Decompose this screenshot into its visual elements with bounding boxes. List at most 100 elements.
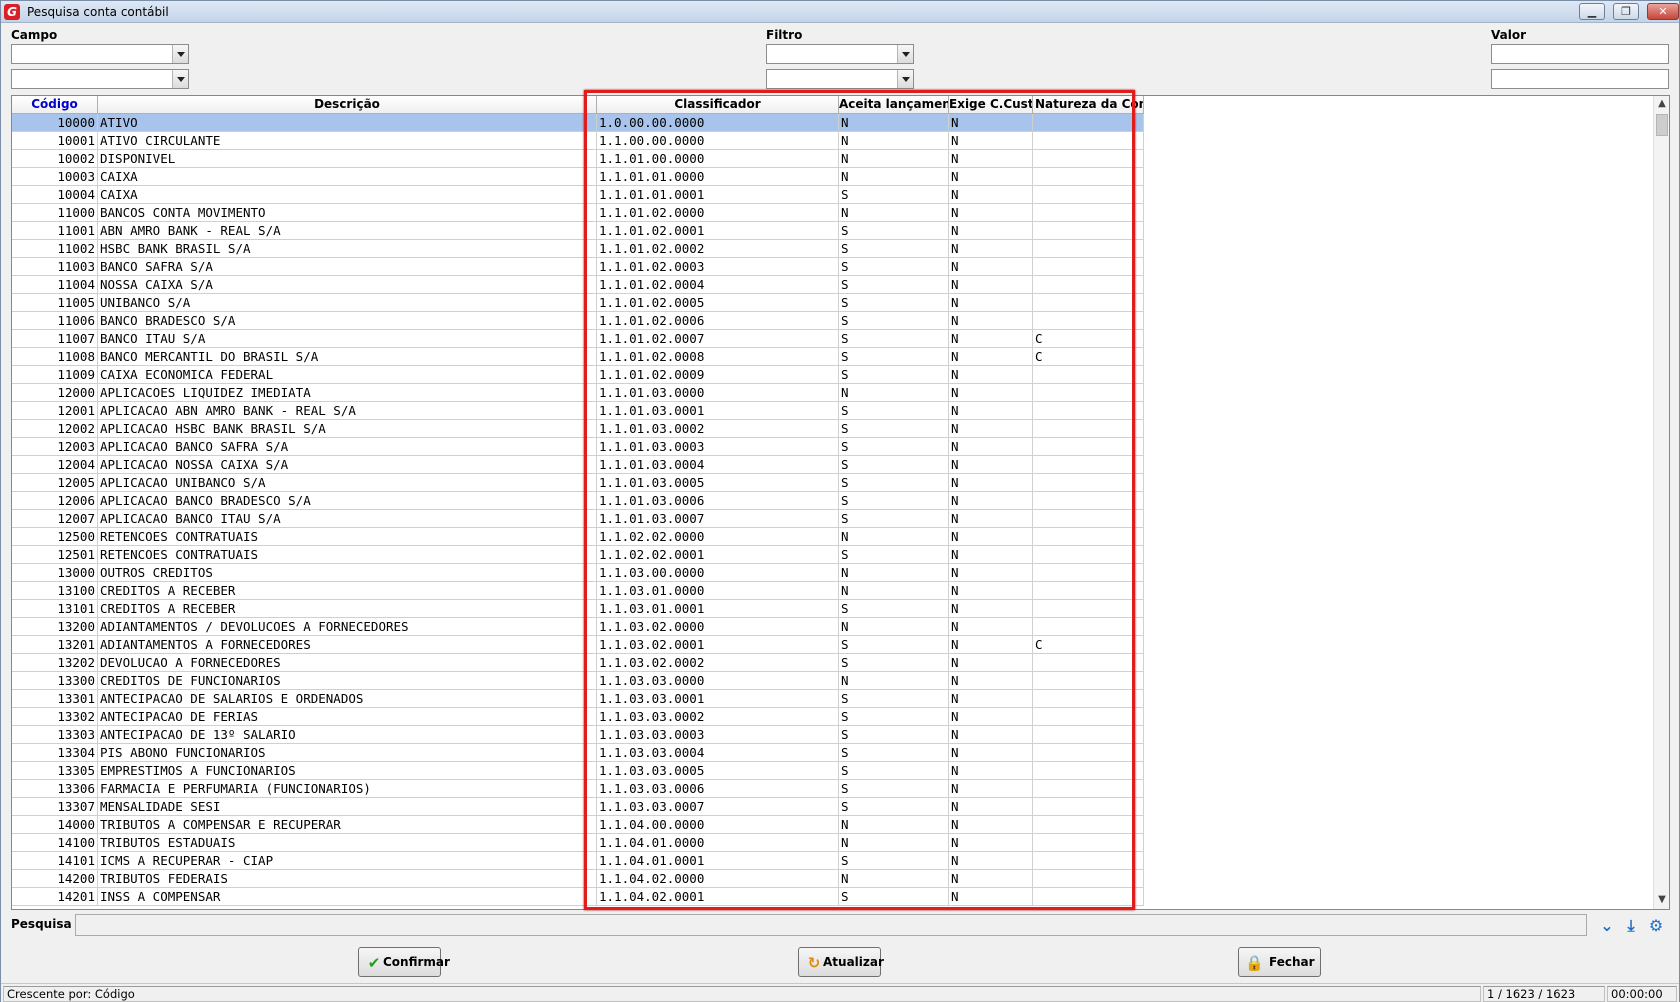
table-row[interactable]: 12002 APLICACAO HSBC BANK BRASIL S/A 1.1.0… bbox=[12, 420, 1144, 438]
lock-icon: 🔒 bbox=[1245, 954, 1264, 972]
valor-input-2[interactable] bbox=[1491, 69, 1669, 89]
table-cell: N bbox=[949, 492, 1033, 510]
table-row[interactable]: 13304 PIS ABONO FUNCIONARIOS 1.1.03.03.000… bbox=[12, 744, 1144, 762]
table-row[interactable]: 10003 CAIXA 1.1.01.01.0000 N N bbox=[12, 168, 1144, 186]
table-row[interactable]: 10002 DISPONIVEL 1.1.01.00.0000 N N bbox=[12, 150, 1144, 168]
table-cell: 13302 bbox=[12, 708, 98, 726]
scroll-down-icon[interactable]: ▼ bbox=[1654, 892, 1669, 908]
maximize-button[interactable]: ❐ bbox=[1613, 3, 1639, 20]
table-row[interactable]: 12006 APLICACAO BANCO BRADESCO S/A 1.1.01.… bbox=[12, 492, 1144, 510]
table-cell: 1.1.01.03.0006 bbox=[597, 492, 839, 510]
column-header-aceita-lancamento[interactable]: Aceita lançamento bbox=[839, 96, 949, 114]
column-header-natureza[interactable]: Natureza da Conta bbox=[1033, 96, 1144, 114]
column-header-codigo[interactable]: Código bbox=[12, 96, 98, 114]
table-row[interactable]: 14000 TRIBUTOS A COMPENSAR E RECUPERAR 1.1… bbox=[12, 816, 1144, 834]
table-cell bbox=[1033, 870, 1144, 888]
table-row[interactable]: 13101 CREDITOS A RECEBER 1.1.03.01.0001 S N bbox=[12, 600, 1144, 618]
valor-input-1[interactable] bbox=[1491, 44, 1669, 64]
table-row[interactable]: 10001 ATIVO CIRCULANTE 1.1.00.00.0000 N N bbox=[12, 132, 1144, 150]
table-row[interactable]: 12001 APLICACAO ABN AMRO BANK - REAL S/A 1… bbox=[12, 402, 1144, 420]
table-row[interactable]: 12500 RETENCOES CONTRATUAIS 1.1.02.02.0000… bbox=[12, 528, 1144, 546]
search-input[interactable] bbox=[75, 914, 1587, 936]
filtro-select-1[interactable] bbox=[766, 44, 914, 64]
table-cell: 1.1.01.03.0005 bbox=[597, 474, 839, 492]
table-row[interactable]: 11000 BANCOS CONTA MOVIMENTO 1.1.01.02.000… bbox=[12, 204, 1144, 222]
close-button[interactable]: 🔒 Fechar bbox=[1238, 947, 1321, 977]
table-cell: 10000 bbox=[12, 114, 98, 132]
chevron-down-icon[interactable] bbox=[172, 45, 188, 63]
scroll-thumb[interactable] bbox=[1656, 114, 1668, 136]
table-cell: 14101 bbox=[12, 852, 98, 870]
table-row[interactable]: 12004 APLICACAO NOSSA CAIXA S/A 1.1.01.03.… bbox=[12, 456, 1144, 474]
table-row[interactable]: 13305 EMPRESTIMOS A FUNCIONARIOS 1.1.03.03… bbox=[12, 762, 1144, 780]
table-row[interactable]: 11001 ABN AMRO BANK - REAL S/A 1.1.01.02.0… bbox=[12, 222, 1144, 240]
last-record-icon[interactable]: ⤓ bbox=[1621, 916, 1641, 936]
table-row[interactable]: 11002 HSBC BANK BRASIL S/A 1.1.01.02.0002 S… bbox=[12, 240, 1144, 258]
column-header-descricao[interactable]: Descrição bbox=[98, 96, 597, 114]
campo-select-1[interactable] bbox=[11, 44, 189, 64]
table-cell bbox=[1033, 168, 1144, 186]
table-row[interactable]: 13301 ANTECIPACAO DE SALARIOS E ORDENADOS… bbox=[12, 690, 1144, 708]
minimize-button[interactable]: ▁ bbox=[1579, 3, 1605, 20]
table-row[interactable]: 10000 ATIVO 1.0.00.00.0000 N N bbox=[12, 114, 1144, 132]
confirm-button[interactable]: ✔ Confirmar bbox=[358, 947, 450, 977]
table-row[interactable]: 14200 TRIBUTOS FEDERAIS 1.1.04.02.0000 N N bbox=[12, 870, 1144, 888]
close-icon: ✕ bbox=[1658, 5, 1668, 18]
table-row[interactable]: 11008 BANCO MERCANTIL DO BRASIL S/A 1.1.01… bbox=[12, 348, 1144, 366]
table-row[interactable]: 11003 BANCO SAFRA S/A 1.1.01.02.0003 S N bbox=[12, 258, 1144, 276]
table-row[interactable]: 11009 CAIXA ECONOMICA FEDERAL 1.1.01.02.00… bbox=[12, 366, 1144, 384]
filtro-select-2[interactable] bbox=[766, 69, 914, 89]
table-cell bbox=[1033, 294, 1144, 312]
table-row[interactable]: 12005 APLICACAO UNIBANCO S/A 1.1.01.03.000… bbox=[12, 474, 1144, 492]
table-cell: DEVOLUCAO A FORNECEDORES bbox=[98, 654, 597, 672]
table-row[interactable]: 13000 OUTROS CREDITOS 1.1.03.00.0000 N N bbox=[12, 564, 1144, 582]
app-logo-icon: G bbox=[4, 4, 20, 20]
column-header-exige-ccusto[interactable]: Exige C.Custo bbox=[949, 96, 1033, 114]
table-row[interactable]: 12501 RETENCOES CONTRATUAIS 1.1.02.02.0001… bbox=[12, 546, 1144, 564]
table-row[interactable]: 14100 TRIBUTOS ESTADUAIS 1.1.04.01.0000 N N bbox=[12, 834, 1144, 852]
table-row[interactable]: 11007 BANCO ITAU S/A 1.1.01.02.0007 S N C bbox=[12, 330, 1144, 348]
table-row[interactable]: 11004 NOSSA CAIXA S/A 1.1.01.02.0004 S N bbox=[12, 276, 1144, 294]
chevron-down-icon[interactable] bbox=[897, 45, 913, 63]
vertical-scrollbar[interactable]: ▲ ▼ bbox=[1653, 96, 1669, 909]
table-row[interactable]: 13302 ANTECIPACAO DE FERIAS 1.1.03.03.0002… bbox=[12, 708, 1144, 726]
table-cell: EMPRESTIMOS A FUNCIONARIOS bbox=[98, 762, 597, 780]
table-cell: N bbox=[949, 330, 1033, 348]
table-row[interactable]: 10004 CAIXA 1.1.01.01.0001 S N bbox=[12, 186, 1144, 204]
table-row[interactable]: 12003 APLICACAO BANCO SAFRA S/A 1.1.01.03.… bbox=[12, 438, 1144, 456]
table-row[interactable]: 14101 ICMS A RECUPERAR - CIAP 1.1.04.01.00… bbox=[12, 852, 1144, 870]
gear-icon[interactable]: ⚙ bbox=[1646, 916, 1666, 936]
table-row[interactable]: 13306 FARMACIA E PERFUMARIA (FUNCIONARIOS… bbox=[12, 780, 1144, 798]
close-window-button[interactable]: ✕ bbox=[1647, 3, 1679, 20]
table-row[interactable]: 13201 ADIANTAMENTOS A FORNECEDORES 1.1.03.… bbox=[12, 636, 1144, 654]
table-row[interactable]: 13307 MENSALIDADE SESI 1.1.03.03.0007 S N bbox=[12, 798, 1144, 816]
table-row[interactable]: 13303 ANTECIPACAO DE 13º SALARIO 1.1.03.03… bbox=[12, 726, 1144, 744]
table-row[interactable]: 13300 CREDITOS DE FUNCIONARIOS 1.1.03.03.0… bbox=[12, 672, 1144, 690]
table-row[interactable]: 14201 INSS A COMPENSAR 1.1.04.02.0001 S N bbox=[12, 888, 1144, 906]
table-cell: 11009 bbox=[12, 366, 98, 384]
table-row[interactable]: 13202 DEVOLUCAO A FORNECEDORES 1.1.03.02.0… bbox=[12, 654, 1144, 672]
scroll-up-icon[interactable]: ▲ bbox=[1654, 96, 1669, 112]
table-row[interactable]: 12000 APLICACOES LIQUIDEZ IMEDIATA 1.1.01.… bbox=[12, 384, 1144, 402]
table-row[interactable]: 12007 APLICACAO BANCO ITAU S/A 1.1.01.03.0… bbox=[12, 510, 1144, 528]
chevron-down-icon[interactable] bbox=[172, 70, 188, 88]
table-row[interactable]: 13200 ADIANTAMENTOS / DEVOLUCOES A FORNEC… bbox=[12, 618, 1144, 636]
table-cell: 1.1.03.01.0000 bbox=[597, 582, 839, 600]
table-cell: S bbox=[839, 312, 949, 330]
table-cell: 1.1.01.01.0001 bbox=[597, 186, 839, 204]
filtro-label: Filtro bbox=[766, 28, 803, 42]
accounts-grid[interactable]: Código Descrição Classificador Aceita la… bbox=[11, 95, 1670, 910]
table-row[interactable]: 11005 UNIBANCO S/A 1.1.01.02.0005 S N bbox=[12, 294, 1144, 312]
table-cell: CREDITOS A RECEBER bbox=[98, 582, 597, 600]
campo-select-2[interactable] bbox=[11, 69, 189, 89]
table-cell: 10001 bbox=[12, 132, 98, 150]
chevron-down-icon[interactable] bbox=[897, 70, 913, 88]
refresh-button[interactable]: ↻ Atualizar bbox=[798, 947, 884, 977]
table-cell: N bbox=[949, 636, 1033, 654]
double-chevron-down-icon[interactable]: ⌄ bbox=[1597, 916, 1617, 936]
table-cell: 13306 bbox=[12, 780, 98, 798]
column-header-classificador[interactable]: Classificador bbox=[597, 96, 839, 114]
table-cell: 12005 bbox=[12, 474, 98, 492]
table-row[interactable]: 13100 CREDITOS A RECEBER 1.1.03.01.0000 N N bbox=[12, 582, 1144, 600]
table-row[interactable]: 11006 BANCO BRADESCO S/A 1.1.01.02.0006 S N bbox=[12, 312, 1144, 330]
